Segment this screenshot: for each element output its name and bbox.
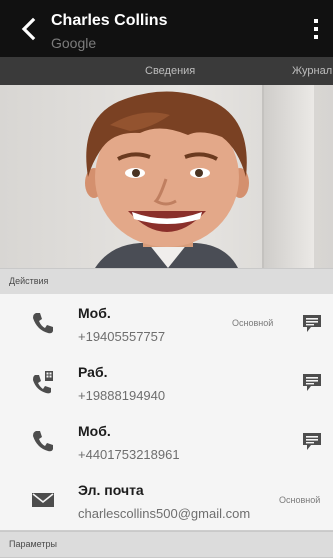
list-item-mobile-2[interactable]: Моб. +4401753218961: [0, 412, 333, 472]
section-header-params: Параметры: [0, 531, 333, 558]
list-item-mobile-1[interactable]: Моб. +19405557757 Основной: [0, 294, 333, 354]
list-item-work[interactable]: Раб. +19888194940: [0, 353, 333, 413]
phone-number: +4401753218961: [78, 447, 180, 462]
section-title-actions: Действия: [9, 276, 49, 286]
phone-number: +19888194940: [78, 388, 166, 403]
phone-number: +19405557757: [78, 329, 166, 344]
phone-icon[interactable]: [30, 428, 56, 454]
phone-type-label: Раб.: [78, 364, 108, 380]
phone-type-label: Моб.: [78, 305, 111, 321]
message-icon[interactable]: [301, 430, 323, 452]
account-type: Google: [51, 35, 97, 51]
contact-name: Charles Collins: [51, 12, 168, 29]
more-vert-icon[interactable]: [311, 18, 321, 40]
email-address: charlescollins500@gmail.com: [78, 506, 251, 521]
phone-type-label: Моб.: [78, 423, 111, 439]
chevron-left-icon[interactable]: [18, 16, 40, 42]
contact-photo[interactable]: [0, 85, 333, 268]
tab-bar: Сведения Журнал: [0, 57, 333, 85]
section-header-actions: Действия: [0, 268, 333, 295]
tab-journal[interactable]: Журнал: [292, 65, 332, 77]
section-title-params: Параметры: [9, 539, 57, 549]
phone-icon[interactable]: [30, 310, 56, 336]
contact-portrait: [85, 91, 249, 268]
work-phone-icon[interactable]: [30, 369, 56, 395]
message-icon[interactable]: [301, 371, 323, 393]
list-item-email[interactable]: Эл. почта charlescollins500@gmail.com Ос…: [0, 471, 333, 531]
email-type-label: Эл. почта: [78, 482, 144, 498]
email-icon[interactable]: [30, 487, 56, 513]
tab-details[interactable]: Сведения: [145, 65, 195, 77]
primary-badge: Основной: [279, 495, 321, 505]
action-bar: Charles Collins Google: [0, 0, 333, 57]
primary-badge: Основной: [232, 318, 274, 328]
message-icon[interactable]: [301, 312, 323, 334]
